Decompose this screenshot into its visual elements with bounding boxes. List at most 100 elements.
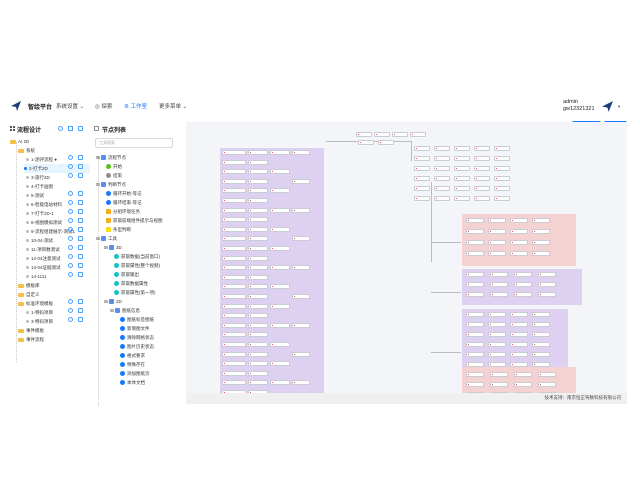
node-group[interactable]: ⊟ 流程节点 xyxy=(96,153,126,162)
workflow-node[interactable] xyxy=(532,251,550,256)
node-item[interactable]: 获取输出 xyxy=(114,270,139,279)
nav-explore[interactable]: ◎ 探索 xyxy=(95,102,112,110)
workflow-node[interactable] xyxy=(410,132,426,137)
tree-item[interactable]: 模板库 xyxy=(18,281,40,290)
workflow-node[interactable] xyxy=(222,236,246,242)
workflow-node[interactable] xyxy=(494,166,510,171)
chevron-down-icon[interactable]: ▼ xyxy=(617,104,621,109)
workflow-node[interactable] xyxy=(510,312,528,317)
workflow-node[interactable] xyxy=(222,169,246,175)
workflow-node[interactable] xyxy=(248,332,268,338)
node-item[interactable]: 结束 xyxy=(106,171,122,180)
node-item[interactable]: 格式要求 xyxy=(120,351,145,360)
link-icon[interactable] xyxy=(68,173,73,178)
workflow-node[interactable] xyxy=(292,150,310,155)
workflow-node[interactable] xyxy=(466,352,484,357)
workflow-node[interactable] xyxy=(466,251,484,256)
workflow-node[interactable] xyxy=(248,217,268,223)
node-item[interactable]: 获取属性(第一项) xyxy=(114,288,156,297)
workflow-node[interactable] xyxy=(222,303,246,309)
workflow-node[interactable] xyxy=(538,292,556,297)
tree-item[interactable]: 1-测评流程 ● xyxy=(26,155,57,164)
workflow-node[interactable] xyxy=(378,140,394,145)
workflow-node[interactable] xyxy=(538,372,556,377)
workflow-node[interactable] xyxy=(510,218,528,223)
workflow-node[interactable] xyxy=(454,146,470,151)
workflow-node[interactable] xyxy=(510,362,528,367)
workflow-node[interactable] xyxy=(488,218,506,223)
link-icon[interactable] xyxy=(68,200,73,205)
refresh-icon[interactable] xyxy=(78,209,83,214)
workflow-node[interactable] xyxy=(474,196,490,201)
workflow-node[interactable] xyxy=(490,372,508,377)
workflow-node[interactable] xyxy=(270,226,290,232)
refresh-icon[interactable] xyxy=(78,155,83,160)
nav-studio[interactable]: ⚙ 工作室 xyxy=(124,102,147,110)
workflow-node[interactable] xyxy=(532,362,550,367)
workflow-node[interactable] xyxy=(222,150,246,155)
workflow-node[interactable] xyxy=(414,146,430,151)
node-item[interactable]: 特殊存在 xyxy=(120,360,145,369)
workflow-node[interactable] xyxy=(222,255,246,261)
workflow-node[interactable] xyxy=(248,361,268,367)
workflow-node[interactable] xyxy=(270,322,290,328)
workflow-node[interactable] xyxy=(248,188,268,194)
workflow-node[interactable] xyxy=(222,188,246,194)
refresh-icon[interactable] xyxy=(78,227,83,232)
workflow-node[interactable] xyxy=(488,342,506,347)
nav-system-settings[interactable]: 系统设置 ⌄ xyxy=(56,102,84,110)
workflow-node[interactable] xyxy=(270,380,290,386)
tree-item[interactable]: 3-旅行2D xyxy=(26,173,50,182)
workflow-node[interactable] xyxy=(454,186,470,191)
tree-item[interactable]: 标准环境模板 xyxy=(18,299,53,308)
workflow-node[interactable] xyxy=(510,342,528,347)
workflow-node[interactable] xyxy=(270,207,290,213)
workflow-node[interactable] xyxy=(222,198,246,203)
refresh-icon[interactable] xyxy=(78,263,83,268)
workflow-node[interactable] xyxy=(532,240,550,245)
workflow-node[interactable] xyxy=(392,132,408,137)
workflow-node[interactable] xyxy=(490,282,508,287)
workflow-node[interactable] xyxy=(292,178,310,184)
workflow-node[interactable] xyxy=(248,178,268,184)
workflow-node[interactable] xyxy=(488,229,506,234)
refresh-icon[interactable] xyxy=(78,272,83,277)
workflow-node[interactable] xyxy=(292,351,310,357)
workflow-node[interactable] xyxy=(292,207,310,213)
workflow-node[interactable] xyxy=(488,240,506,245)
link-icon[interactable] xyxy=(68,272,73,277)
link-icon[interactable] xyxy=(68,164,73,169)
workflow-node[interactable] xyxy=(510,322,528,327)
refresh-icon[interactable] xyxy=(78,218,83,223)
node-item[interactable]: 循环开始-等记 xyxy=(106,189,142,198)
workflow-node[interactable] xyxy=(532,342,550,347)
workflow-node[interactable] xyxy=(474,186,490,191)
workflow-node[interactable] xyxy=(222,370,246,376)
workflow-node[interactable] xyxy=(514,292,532,297)
workflow-node[interactable] xyxy=(454,156,470,161)
tree-item[interactable]: 5-测试 xyxy=(26,191,44,200)
workflow-node[interactable] xyxy=(454,196,470,201)
workflow-node[interactable] xyxy=(270,188,290,194)
workflow-node[interactable] xyxy=(414,166,430,171)
workflow-node[interactable] xyxy=(222,313,246,319)
workflow-node[interactable] xyxy=(488,362,506,367)
workflow-node[interactable] xyxy=(222,332,246,338)
workflow-node[interactable] xyxy=(270,342,290,347)
node-item[interactable]: 获取数据(当前窗口) xyxy=(114,252,160,261)
link-icon[interactable] xyxy=(68,227,73,232)
refresh-icon[interactable] xyxy=(78,254,83,259)
link-icon[interactable] xyxy=(68,245,73,250)
link-icon[interactable] xyxy=(68,317,73,322)
link-icon[interactable] xyxy=(68,209,73,214)
workflow-node[interactable] xyxy=(270,150,290,155)
workflow-node[interactable] xyxy=(494,176,510,181)
node-item[interactable]: 分组环境任务 xyxy=(106,207,140,216)
workflow-node[interactable] xyxy=(434,166,450,171)
workflow-node[interactable] xyxy=(248,313,268,319)
workflow-node[interactable] xyxy=(514,382,532,387)
workflow-node[interactable] xyxy=(494,186,510,191)
workflow-node[interactable] xyxy=(494,146,510,151)
workflow-node[interactable] xyxy=(222,159,246,165)
workflow-node[interactable] xyxy=(474,166,490,171)
